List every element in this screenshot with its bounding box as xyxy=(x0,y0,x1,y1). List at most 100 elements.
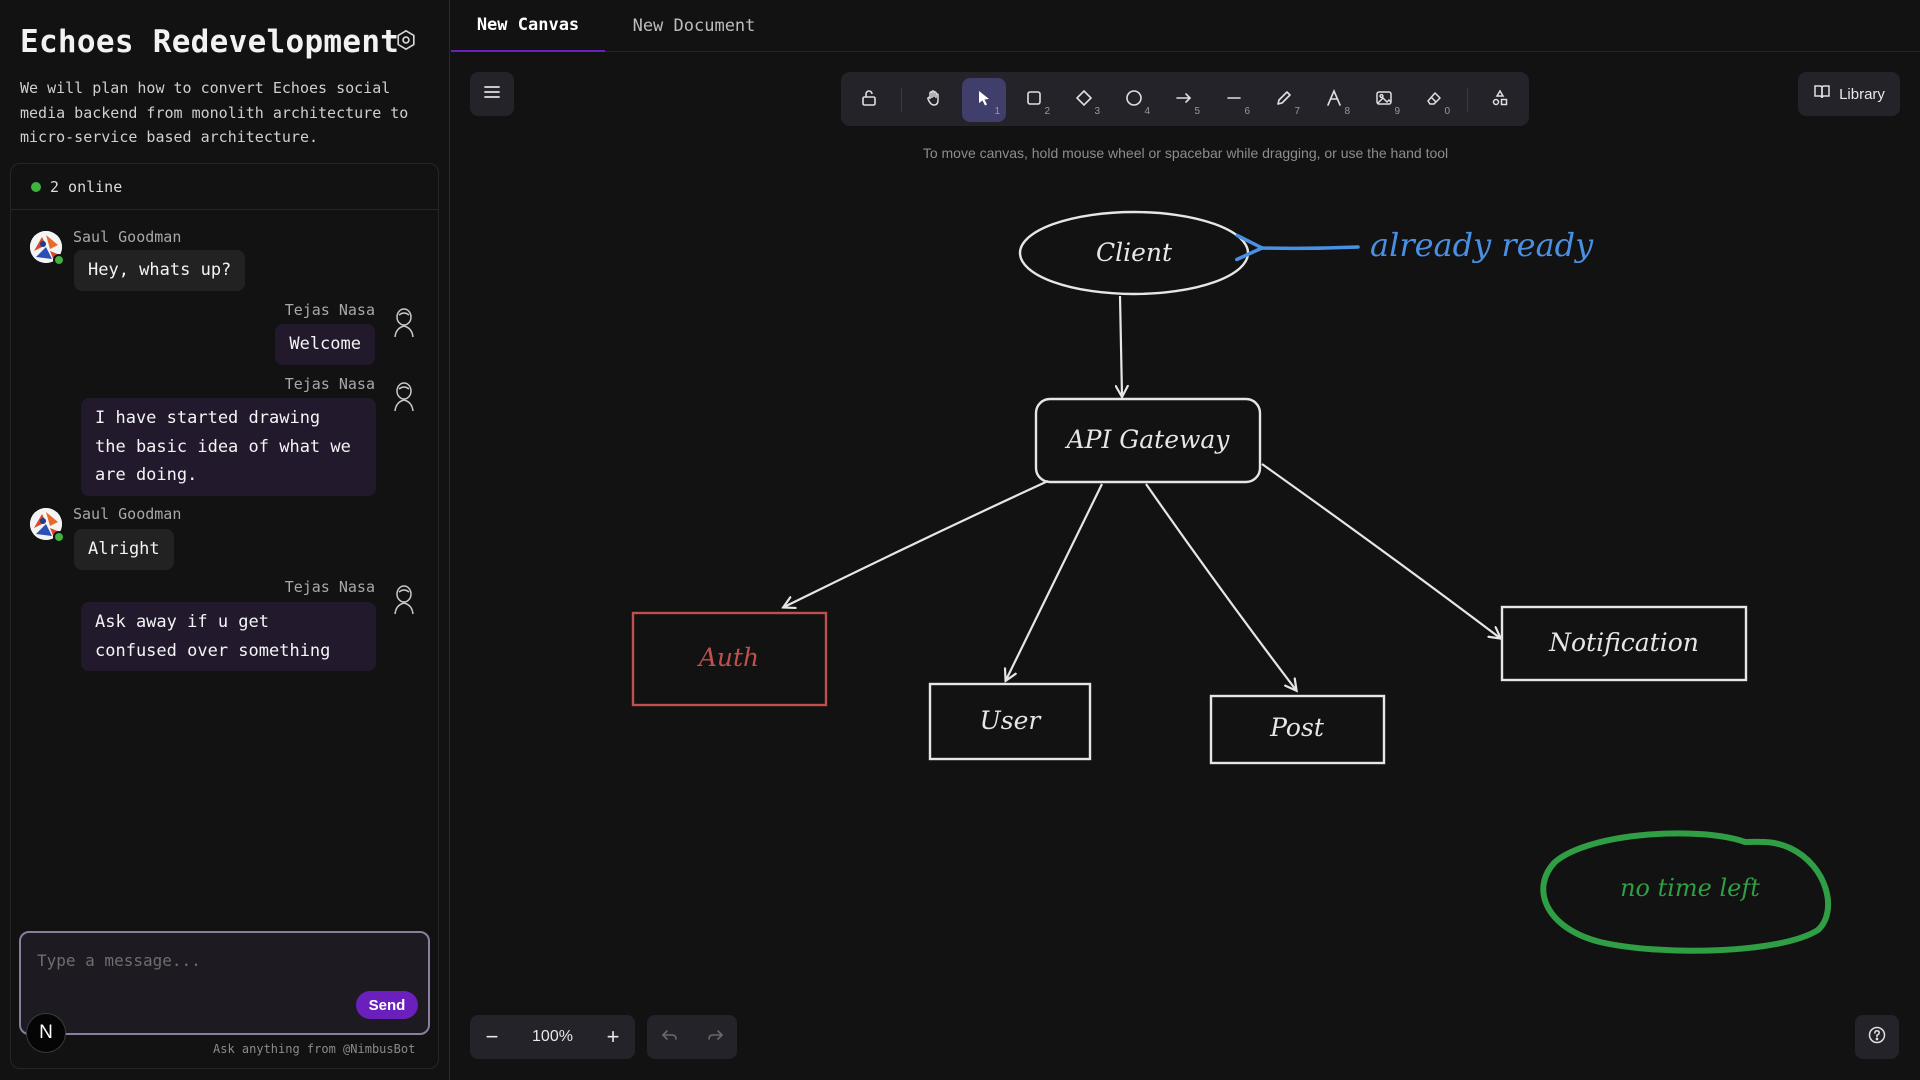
whiteboard-canvas[interactable] xyxy=(451,53,1920,1080)
line-icon xyxy=(1225,89,1243,111)
image-icon xyxy=(1375,89,1393,111)
online-presence-dot xyxy=(53,531,65,543)
annotation-time-text: no time left xyxy=(1620,874,1760,902)
message-author: Tejas Nasa xyxy=(284,375,375,393)
message-author: Tejas Nasa xyxy=(284,301,375,319)
avatar[interactable] xyxy=(390,306,418,338)
tool-shortcut: 1 xyxy=(994,106,1000,117)
zoom-out-button[interactable]: − xyxy=(470,1015,514,1059)
minus-icon: − xyxy=(485,1024,499,1049)
avatar[interactable] xyxy=(390,380,418,412)
undo-icon xyxy=(661,1027,679,1047)
history-controls xyxy=(647,1015,737,1059)
tool-select[interactable]: 1 xyxy=(962,78,1006,122)
post-label: Post xyxy=(1269,713,1325,742)
tool-lock[interactable] xyxy=(847,78,891,122)
online-status: 2 online xyxy=(11,164,438,210)
message-composer: Send xyxy=(19,931,430,1035)
annotation-ready-text: already ready xyxy=(1370,226,1594,264)
message-author: Saul Goodman xyxy=(73,228,182,246)
zoom-in-button[interactable]: + xyxy=(591,1015,635,1059)
library-button[interactable]: Library xyxy=(1798,72,1900,116)
lock-icon xyxy=(860,89,878,111)
tool-shortcut: 9 xyxy=(1394,106,1400,117)
drawing-toolbar: 1 2 3 4 5 6 7 8 9 0 xyxy=(841,72,1529,126)
help-icon xyxy=(1868,1026,1886,1048)
tab-label: New Canvas xyxy=(476,15,580,35)
tab-new-canvas[interactable]: New Canvas xyxy=(451,0,605,52)
plus-icon: + xyxy=(606,1024,620,1049)
extra-tools-icon xyxy=(1491,89,1509,111)
pencil-icon xyxy=(1275,89,1293,111)
message-bubble: Welcome xyxy=(275,324,375,365)
book-icon xyxy=(1813,84,1831,104)
avatar[interactable] xyxy=(30,231,65,266)
hand-icon xyxy=(925,89,943,111)
tab-label: New Document xyxy=(632,16,756,36)
bot-hint: Ask anything from @NimbusBot xyxy=(213,1042,416,1056)
tool-shortcut: 2 xyxy=(1044,106,1050,117)
rectangle-icon xyxy=(1025,89,1043,111)
zoom-level[interactable]: 100% xyxy=(514,1015,591,1059)
tool-shortcut: 8 xyxy=(1344,106,1350,117)
gear-icon xyxy=(395,29,417,55)
tool-shortcut: 6 xyxy=(1244,106,1250,117)
message-bubble: Alright xyxy=(74,529,174,570)
tool-diamond[interactable]: 3 xyxy=(1062,78,1106,122)
tool-image[interactable]: 9 xyxy=(1362,78,1406,122)
tool-arrow[interactable]: 5 xyxy=(1162,78,1206,122)
chat-sidebar: Echoes Redevelopment We will plan how to… xyxy=(0,0,450,1080)
tool-shortcut: 4 xyxy=(1144,106,1150,117)
ellipse-icon xyxy=(1125,89,1143,111)
message-bubble: Ask away if u get confused over somethin… xyxy=(81,602,376,671)
tab-new-document[interactable]: New Document xyxy=(605,0,783,52)
redo-button[interactable] xyxy=(692,1015,737,1059)
client-label: Client xyxy=(1096,238,1173,267)
auth-label: Auth xyxy=(697,643,759,672)
library-label: Library xyxy=(1839,85,1885,103)
tool-shortcut: 3 xyxy=(1094,106,1100,117)
avatar[interactable] xyxy=(390,583,418,615)
nimbus-bot-button[interactable]: N xyxy=(26,1013,66,1053)
tool-pencil[interactable]: 7 xyxy=(1262,78,1306,122)
tool-extra[interactable] xyxy=(1478,78,1522,122)
bot-logo: N xyxy=(39,1022,53,1043)
avatar[interactable] xyxy=(30,508,65,543)
redo-icon xyxy=(706,1027,724,1047)
main-menu-button[interactable] xyxy=(470,72,514,116)
tool-shortcut: 0 xyxy=(1444,106,1450,117)
message-bubble: Hey, whats up? xyxy=(74,250,246,291)
message-author: Saul Goodman xyxy=(73,505,182,523)
pointer-icon xyxy=(976,89,992,111)
room-description: We will plan how to convert Echoes socia… xyxy=(20,79,409,146)
tool-hand[interactable] xyxy=(912,78,956,122)
diamond-icon xyxy=(1075,89,1093,111)
hamburger-icon xyxy=(483,84,501,104)
undo-button[interactable] xyxy=(647,1015,692,1059)
tool-rectangle[interactable]: 2 xyxy=(1012,78,1056,122)
tool-text[interactable]: 8 xyxy=(1312,78,1356,122)
zoom-controls: − 100% + xyxy=(470,1015,635,1059)
message-bubble: I have started drawing the basic idea of… xyxy=(81,398,376,496)
message-author: Tejas Nasa xyxy=(284,578,375,596)
tool-eraser[interactable]: 0 xyxy=(1412,78,1456,122)
gateway-label: API Gateway xyxy=(1065,425,1231,454)
online-indicator xyxy=(31,181,41,192)
canvas-hint: To move canvas, hold mouse wheel or spac… xyxy=(922,145,1449,161)
message-input[interactable] xyxy=(37,947,407,973)
notification-label: Notification xyxy=(1548,628,1699,657)
tab-bar: New Canvas New Document xyxy=(451,0,1920,52)
tool-ellipse[interactable]: 4 xyxy=(1112,78,1156,122)
eraser-icon xyxy=(1425,89,1443,111)
tool-line[interactable]: 6 xyxy=(1212,78,1256,122)
send-button[interactable]: Send xyxy=(356,991,418,1019)
user-label: User xyxy=(980,706,1043,735)
tool-shortcut: 7 xyxy=(1294,106,1300,117)
arrow-icon xyxy=(1175,89,1193,111)
help-button[interactable] xyxy=(1855,1015,1899,1059)
online-count: 2 online xyxy=(50,177,123,196)
room-settings-button[interactable] xyxy=(392,28,420,56)
room-title: Echoes Redevelopment xyxy=(20,24,400,60)
blue-arrow xyxy=(1262,247,1360,248)
text-icon xyxy=(1325,88,1343,111)
